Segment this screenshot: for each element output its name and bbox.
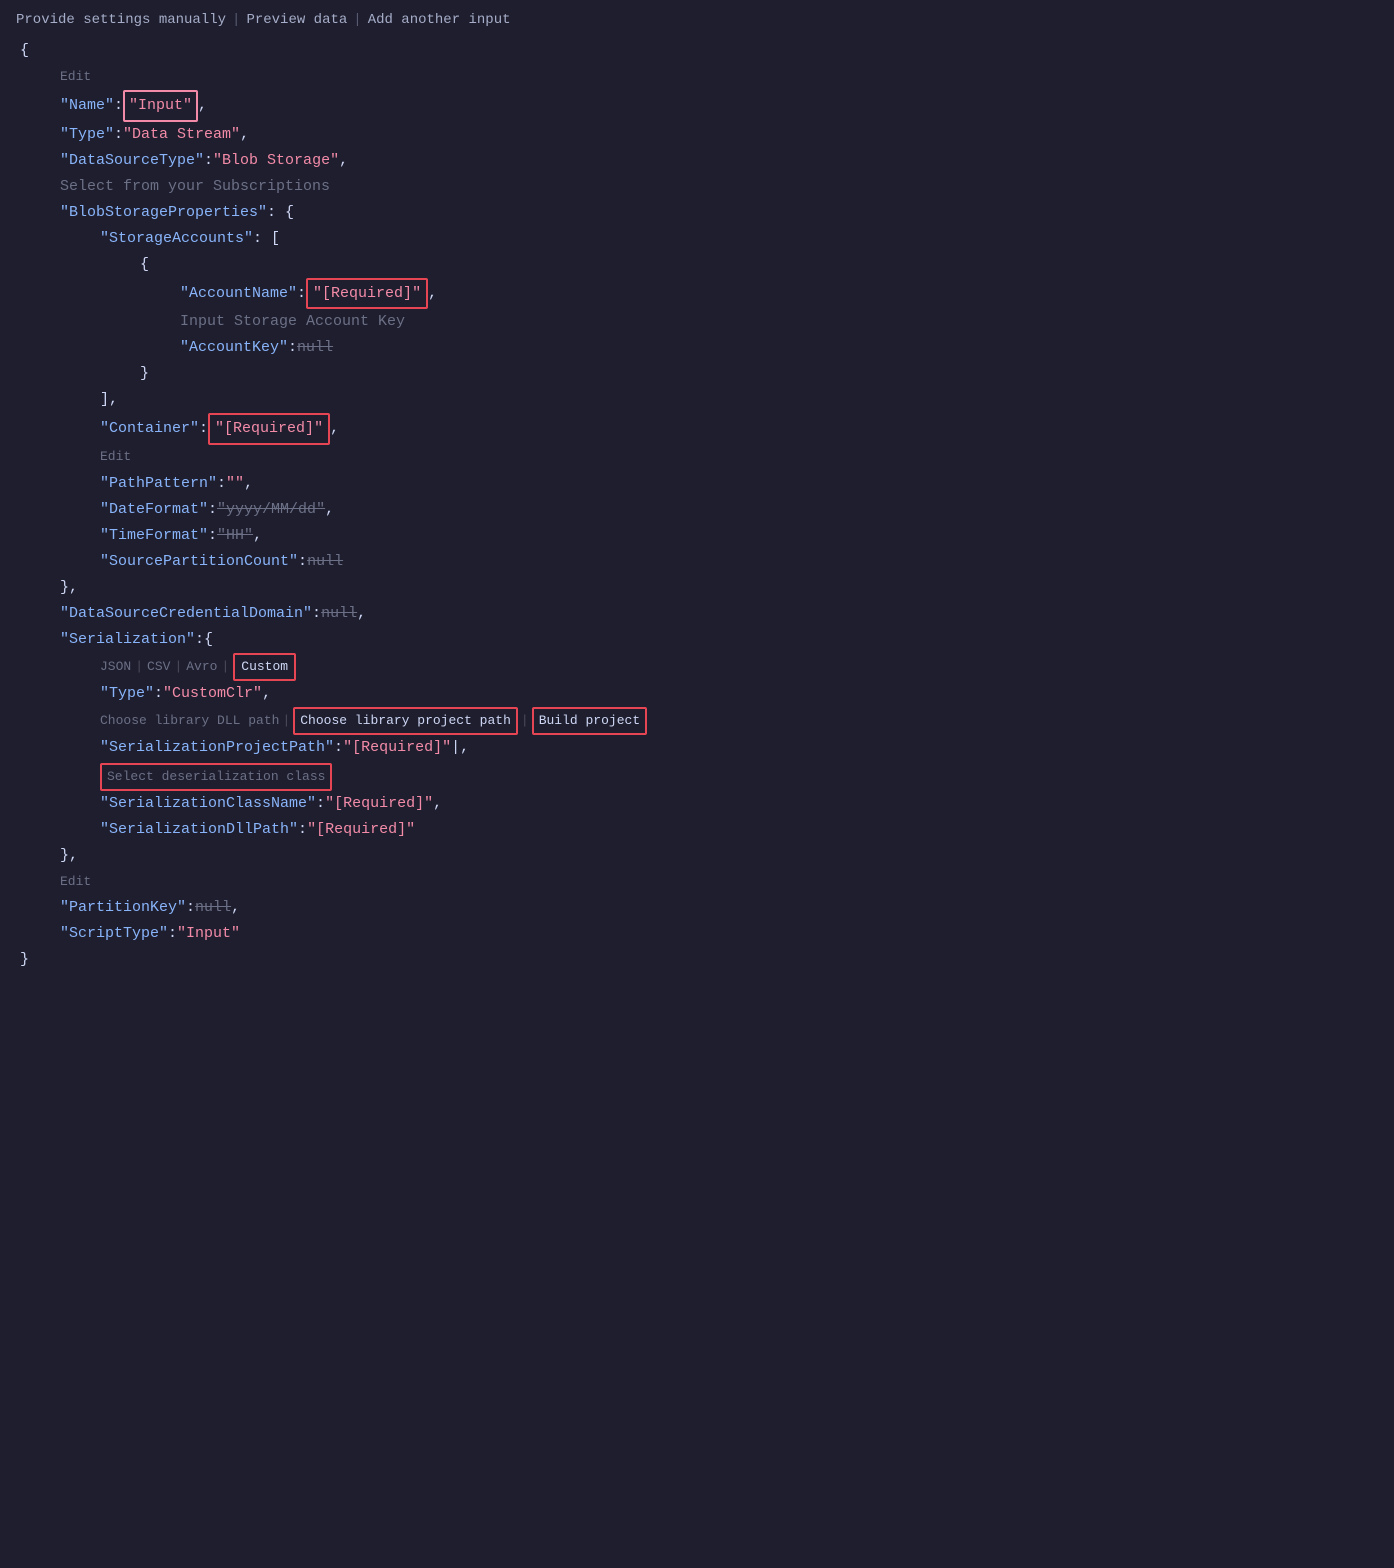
datasource-type-line: "DataSourceType" : "Blob Storage" , (20, 148, 1378, 174)
account-name-line: "AccountName" : "[Required]" , (20, 278, 1378, 310)
edit-label-1[interactable]: Edit (20, 64, 1378, 90)
storage-accounts-close: ], (20, 387, 1378, 413)
source-partition-line: "SourcePartitionCount" : null (20, 549, 1378, 575)
select-subscriptions-label[interactable]: Select from your Subscriptions (20, 174, 1378, 200)
path-pattern-line: "PathPattern" : "" , (20, 471, 1378, 497)
blob-props-close: }, (20, 575, 1378, 601)
blob-props-open: "BlobStorageProperties" : { (20, 200, 1378, 226)
avro-tab[interactable]: Avro (186, 656, 217, 678)
select-deserialization-box-line: Select deserialization class (20, 761, 1378, 791)
serialization-class-name-line: "SerializationClassName" : "[Required]" … (20, 791, 1378, 817)
account-name-required-box[interactable]: "[Required]" (306, 278, 428, 310)
select-deserialization-box[interactable]: Select deserialization class (100, 763, 332, 791)
path-bar-line: Choose library DLL path | Choose library… (20, 707, 1378, 735)
serialization-project-path-line: "SerializationProjectPath" : "[Required]… (20, 735, 1378, 761)
container-required-box[interactable]: "[Required]" (208, 413, 330, 445)
type-line-2: "Type" : "CustomClr" , (20, 681, 1378, 707)
add-another-input-link[interactable]: Add another input (368, 12, 511, 28)
script-type-line: "ScriptType" : "Input" (20, 921, 1378, 947)
serialization-dll-path-line: "SerializationDllPath" : "[Required]" (20, 817, 1378, 843)
datasource-credential-line: "DataSourceCredentialDomain" : null , (20, 601, 1378, 627)
root-close-brace: } (20, 947, 1378, 973)
csv-tab[interactable]: CSV (147, 656, 170, 678)
input-storage-label[interactable]: Input Storage Account Key (20, 309, 1378, 335)
serialization-close-line: } , (20, 843, 1378, 869)
storage-inner-open: { (20, 252, 1378, 278)
sep2: | (353, 12, 361, 28)
sep1: | (232, 12, 240, 28)
json-tab[interactable]: JSON (100, 656, 131, 678)
date-format-line: "DateFormat" : "yyyy/MM/dd" , (20, 497, 1378, 523)
time-format-line: "TimeFormat" : "HH" , (20, 523, 1378, 549)
custom-tab[interactable]: Custom (233, 653, 296, 681)
name-value-box[interactable]: "Input" (123, 90, 198, 122)
preview-data-link[interactable]: Preview data (246, 12, 347, 28)
serialization-tab-bar: JSON | CSV | Avro | Custom (20, 653, 1378, 681)
storage-inner-close: } (20, 361, 1378, 387)
provide-settings-link[interactable]: Provide settings manually (16, 12, 226, 28)
choose-project-path-link[interactable]: Choose library project path (293, 707, 518, 735)
name-line: "Name" : "Input" , (20, 90, 1378, 122)
type-line: "Type" : "Data Stream" , (20, 122, 1378, 148)
choose-dll-path-link[interactable]: Choose library DLL path (100, 710, 279, 732)
code-block: { Edit "Name" : "Input" , "Type" : "Data… (16, 38, 1378, 973)
top-bar: Provide settings manually | Preview data… (16, 12, 1378, 28)
storage-accounts-open: "StorageAccounts" : [ (20, 226, 1378, 252)
account-key-line: "AccountKey" : null (20, 335, 1378, 361)
build-project-link[interactable]: Build project (532, 707, 647, 735)
edit-label-3[interactable]: Edit (20, 869, 1378, 895)
edit-label-2[interactable]: Edit (20, 445, 1378, 471)
root-open-brace: { (20, 38, 1378, 64)
container-line: "Container" : "[Required]" , (20, 413, 1378, 445)
partition-key-line: "PartitionKey" : null , (20, 895, 1378, 921)
serialization-open-line: "Serialization" : { (20, 627, 1378, 653)
